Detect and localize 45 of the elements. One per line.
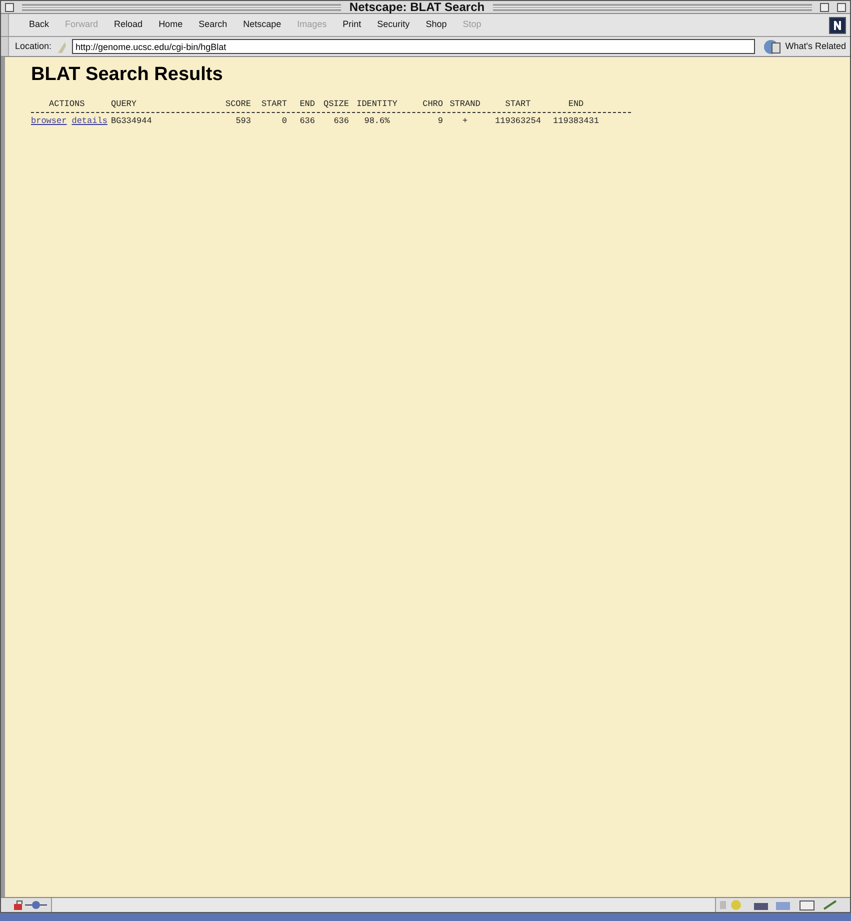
window-title: Netscape: BLAT Search: [349, 1, 485, 13]
netscape-logo-icon[interactable]: [829, 16, 846, 34]
toolbar-button[interactable]: Shop: [418, 16, 455, 34]
column-header: QSIZE: [322, 98, 349, 110]
column-header: START: [504, 98, 532, 110]
location-field[interactable]: http://genome.ucsc.edu/cgi-bin/hgBlat: [72, 39, 756, 54]
close-box-icon[interactable]: [5, 2, 14, 12]
toolbar-button[interactable]: Search: [190, 16, 236, 34]
result-link[interactable]: details: [72, 115, 108, 128]
toolbar-button[interactable]: Home: [150, 16, 191, 34]
table-cell-text: +: [461, 115, 469, 128]
page-heading: BLAT Search Results: [31, 63, 224, 87]
column-header: SCORE: [224, 98, 251, 110]
table-cell-text: 0: [280, 115, 287, 128]
table-cell-text: 119363254: [494, 115, 542, 128]
column-header: IDENTITY: [356, 98, 398, 110]
table-cell-text: 119383431: [552, 115, 600, 128]
table-cell-text: 9: [436, 115, 443, 128]
collapse-box-icon[interactable]: [837, 2, 846, 12]
security-lock-icon[interactable]: [13, 899, 25, 911]
result-link[interactable]: browser: [31, 115, 67, 128]
zoom-box-icon[interactable]: [820, 2, 829, 12]
toolbar-button[interactable]: Netscape: [235, 16, 290, 34]
toolbar-grip-icon[interactable]: [1, 14, 9, 36]
whats-related-button[interactable]: What's Related: [785, 40, 846, 54]
connection-plug-icon[interactable]: [25, 900, 47, 910]
toolbar-button[interactable]: Back: [21, 16, 58, 34]
column-header: CHRO: [422, 98, 443, 110]
table-cell-text: BG334944: [111, 115, 153, 128]
column-header: STRAND: [448, 98, 482, 110]
column-header: START: [260, 98, 287, 110]
toolbar-grip-icon[interactable]: [1, 37, 9, 56]
column-header: END: [567, 98, 585, 110]
toolbar-button[interactable]: Print: [334, 16, 370, 34]
column-header: QUERY: [111, 98, 138, 110]
location-label: Location:: [15, 40, 52, 53]
table-cell-text: 593: [234, 115, 251, 128]
table-cell-text: 636: [332, 115, 349, 128]
column-header: END: [298, 98, 315, 110]
globe-icon[interactable]: [763, 38, 784, 54]
table-cell-text: 636: [298, 115, 315, 128]
toolbar-button[interactable]: Reload: [106, 16, 151, 34]
column-header: ACTIONS: [48, 98, 86, 110]
toolbar-button[interactable]: Security: [369, 16, 418, 34]
table-cell-text: 98.6%: [363, 115, 391, 128]
